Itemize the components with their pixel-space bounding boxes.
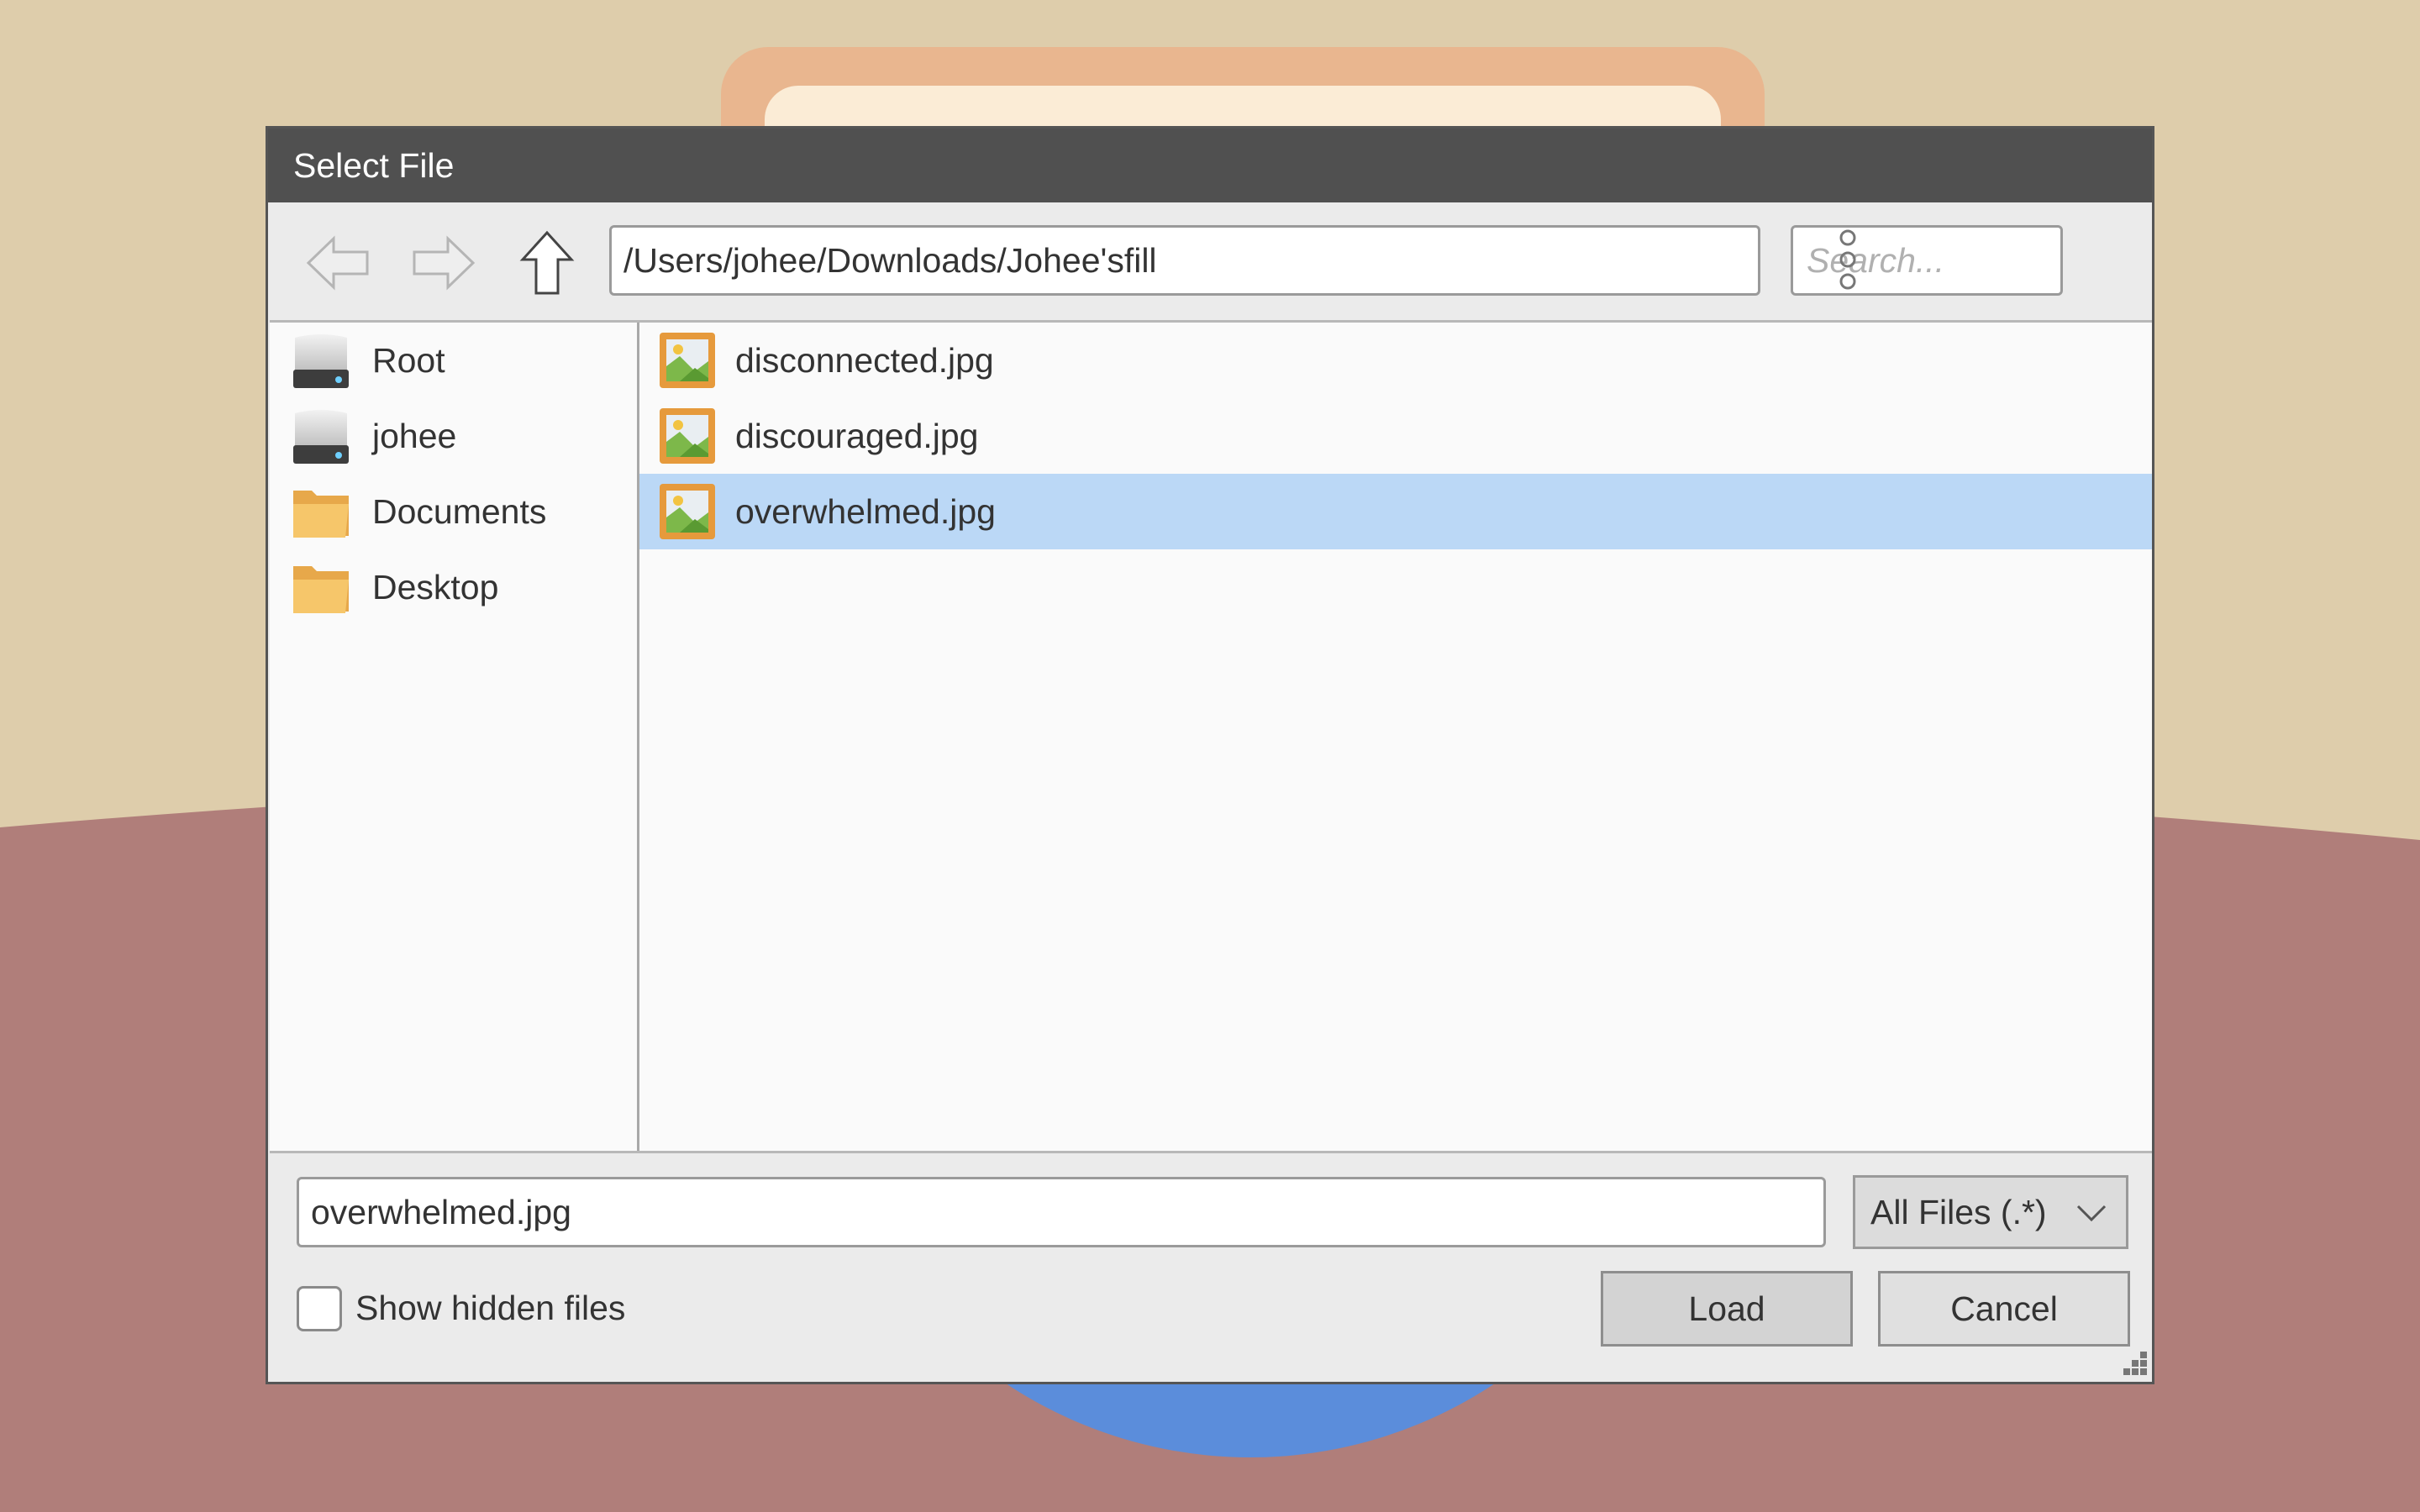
file-name: overwhelmed.jpg [735, 492, 996, 531]
load-button[interactable]: Load [1601, 1271, 1853, 1347]
browser-panes: Root johee Documents Desktop disconnecte… [270, 320, 2152, 1153]
file-dialog: Select File /Users/johee/Downloads/Johee… [266, 126, 2154, 1384]
image-file-icon [660, 484, 715, 539]
sidebar-item-label: johee [372, 417, 457, 455]
image-file-icon [660, 408, 715, 464]
sidebar-item-label: Desktop [372, 568, 499, 606]
path-field[interactable]: /Users/johee/Downloads/Johee'sfill [609, 225, 1760, 296]
drive-icon [293, 410, 349, 464]
arrow-right-icon [413, 235, 476, 291]
file-name: discouraged.jpg [735, 417, 979, 455]
places-sidebar: Root johee Documents Desktop [270, 323, 639, 1151]
sidebar-item-documents[interactable]: Documents [270, 474, 636, 549]
cancel-button[interactable]: Cancel [1878, 1271, 2130, 1347]
search-input[interactable] [1791, 225, 2063, 296]
chevron-down-icon [2076, 1205, 2107, 1222]
file-row-overwhelmed[interactable]: overwhelmed.jpg [639, 474, 2152, 549]
sidebar-item-label: Documents [372, 492, 547, 531]
sidebar-item-johee[interactable]: johee [270, 398, 636, 474]
more-options-icon[interactable] [1833, 226, 1863, 293]
filename-field[interactable]: overwhelmed.jpg [297, 1177, 1826, 1247]
folder-icon [293, 566, 349, 613]
arrow-left-icon [306, 235, 369, 291]
resize-grip-icon[interactable] [2117, 1347, 2150, 1380]
file-list: disconnected.jpg discouraged.jpg overwhe… [639, 323, 2152, 1151]
show-hidden-label: Show hidden files [355, 1289, 626, 1327]
file-type-value: All Files (.*) [1870, 1193, 2047, 1231]
dialog-title: Select File [293, 146, 455, 185]
folder-icon [293, 491, 349, 538]
file-row-discouraged[interactable]: discouraged.jpg [639, 398, 2152, 474]
sidebar-item-label: Root [372, 341, 445, 380]
file-name: disconnected.jpg [735, 341, 994, 380]
file-type-select[interactable]: All Files (.*) [1853, 1175, 2128, 1249]
sidebar-item-root[interactable]: Root [270, 323, 636, 398]
sidebar-item-desktop[interactable]: Desktop [270, 549, 636, 625]
file-row-disconnected[interactable]: disconnected.jpg [639, 323, 2152, 398]
drive-icon [293, 334, 349, 388]
title-bar[interactable]: Select File [268, 129, 2152, 202]
forward-button[interactable] [408, 228, 478, 298]
arrow-up-icon [519, 230, 575, 295]
back-button[interactable] [303, 228, 374, 298]
up-button[interactable] [512, 228, 582, 298]
show-hidden-checkbox[interactable] [297, 1286, 342, 1331]
image-file-icon [660, 333, 715, 388]
